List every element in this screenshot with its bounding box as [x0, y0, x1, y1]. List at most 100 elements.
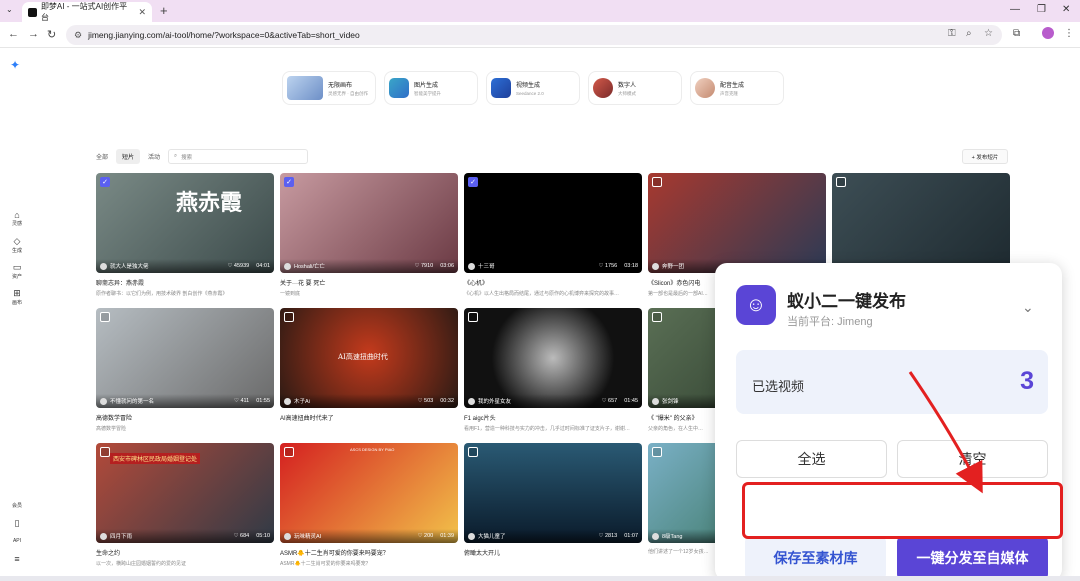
video-title[interactable]: AI高速扭曲时代来了	[280, 413, 458, 422]
like-count[interactable]: ♡ 2813	[599, 533, 618, 539]
select-checkbox[interactable]	[468, 312, 478, 322]
address-bar[interactable]: ⚙ jimeng.jianying.com/ai-tool/home/?work…	[66, 25, 1002, 45]
sidebar-item-inspiration[interactable]: ⌂ 灵感	[6, 210, 28, 227]
zoom-icon[interactable]: ⌕	[966, 28, 972, 39]
tab-search-icon[interactable]: ⌄	[6, 5, 13, 14]
select-checkbox[interactable]	[652, 177, 662, 187]
sidebar-item-generate[interactable]: ◇ 生成	[6, 236, 28, 254]
search-input[interactable]: ⌕ 搜索	[168, 149, 309, 164]
author-name[interactable]: 十三哥	[478, 262, 495, 270]
back-icon[interactable]: ←	[8, 28, 19, 40]
bookmark-star-icon[interactable]: ☆	[984, 28, 993, 39]
video-card[interactable]: AI高速扭曲时代 木子Ai ♡ 503 00:32 AI高速扭曲时代来了	[280, 308, 458, 425]
author-name[interactable]: 张剑锋	[662, 397, 679, 405]
author-name[interactable]: 不懂就问的第一名	[110, 397, 154, 405]
video-thumbnail[interactable]: ✓ 燕赤霞 就大人是独大佬 ♡ 45939 04:01	[96, 173, 274, 273]
new-tab-button[interactable]: +	[160, 3, 168, 18]
select-checkbox[interactable]: ✓	[284, 177, 294, 187]
select-checkbox[interactable]	[652, 312, 662, 322]
url-text[interactable]: jimeng.jianying.com/ai-tool/home/?worksp…	[88, 30, 360, 40]
minimize-icon[interactable]: —	[1010, 4, 1020, 15]
video-thumbnail[interactable]: 大猫儿童了 ♡ 2813 01:07	[464, 443, 642, 543]
avatar[interactable]	[100, 262, 107, 270]
avatar[interactable]	[284, 397, 291, 405]
profile-avatar[interactable]	[1042, 27, 1054, 39]
author-name[interactable]: 四月下雨	[110, 532, 132, 540]
select-all-button[interactable]: 全选	[736, 440, 887, 478]
password-key-icon[interactable]: ⚿	[948, 28, 956, 39]
tool-image-generation[interactable]: 图片生成 智能美学提升	[384, 71, 478, 105]
video-title[interactable]: 生命之约	[96, 548, 274, 557]
video-thumbnail[interactable]: AI高速扭曲时代 木子Ai ♡ 503 00:32	[280, 308, 458, 408]
site-info-icon[interactable]: ⚙	[74, 30, 82, 41]
sidebar-item-canvas[interactable]: ⊞ 画布	[6, 288, 28, 306]
video-thumbnail[interactable]: ✓ Hoshali/亡亡 ♡ 7910 03:06	[280, 173, 458, 273]
video-thumbnail[interactable]: Droplet♡ 275106:08	[832, 173, 1010, 273]
like-count[interactable]: ♡ 657	[602, 398, 618, 404]
avatar[interactable]	[468, 397, 475, 405]
filter-tab-shorts[interactable]: 短片	[116, 149, 141, 164]
select-checkbox[interactable]	[836, 177, 846, 187]
select-checkbox[interactable]	[652, 447, 662, 457]
extensions-icon[interactable]: ⧉	[1013, 28, 1020, 39]
one-click-publish-button[interactable]: 一键分发至自媒体	[897, 536, 1048, 580]
browser-tab[interactable]: 即梦AI - 一站式AI创作平台 ✕	[22, 2, 152, 22]
video-title[interactable]: 聊斋志异：燕赤霞	[96, 278, 274, 287]
select-checkbox[interactable]	[284, 312, 294, 322]
select-checkbox[interactable]	[468, 447, 478, 457]
author-name[interactable]: 木子Ai	[294, 397, 310, 405]
avatar[interactable]	[652, 397, 659, 405]
tool-voice-generation[interactable]: 配音生成 声音克隆	[690, 71, 784, 105]
select-checkbox[interactable]: ✓	[100, 177, 110, 187]
like-count[interactable]: ♡ 200	[418, 533, 434, 539]
like-count[interactable]: ♡ 7910	[415, 263, 434, 269]
avatar[interactable]	[652, 532, 659, 540]
avatar[interactable]	[284, 262, 291, 270]
restore-icon[interactable]: ❐	[1037, 4, 1046, 15]
jimeng-logo-icon[interactable]: ✦	[10, 58, 20, 72]
avatar[interactable]	[100, 397, 107, 405]
like-count[interactable]: ♡ 45939	[227, 263, 249, 269]
video-card[interactable]: 我的外星女友 ♡ 657 01:45 F1 aigc片头 看用F1，营造一种科技与实力的…	[464, 308, 642, 432]
sidebar-item-vip[interactable]: 会员	[6, 502, 28, 509]
select-checkbox[interactable]	[100, 312, 110, 322]
video-card[interactable]: ✓ 十三哥 ♡ 1756 03:18 《心机》 《心机》以人生出格局而结尾，通过与原作的心…	[464, 173, 642, 297]
window-close-icon[interactable]: ✕	[1062, 4, 1070, 15]
video-thumbnail[interactable]: 我的外星女友 ♡ 657 01:45	[464, 308, 642, 408]
avatar[interactable]	[284, 532, 291, 540]
tool-video-generation[interactable]: 视频生成 Seedance 2.0	[486, 71, 580, 105]
author-name[interactable]: 大猫儿童了	[478, 532, 506, 540]
filter-tab-all[interactable]: 全部	[96, 152, 108, 161]
video-card[interactable]: 不懂就问的第一名 ♡ 411 01:55 高德数学冒险 高德数学冒险	[96, 308, 274, 432]
author-name[interactable]: 奔野一团	[662, 262, 684, 270]
video-title[interactable]: 俯瞰太大开儿	[464, 548, 642, 557]
publish-short-button[interactable]: + 发布短片	[962, 149, 1008, 164]
video-title[interactable]: 关于···花 要 死亡	[280, 278, 458, 287]
clear-button[interactable]: 清空	[897, 440, 1048, 478]
video-thumbnail[interactable]: ✓ 十三哥 ♡ 1756 03:18	[464, 173, 642, 273]
author-name[interactable]: 玩味精灵AI	[294, 532, 321, 540]
video-card[interactable]: ✓ 燕赤霞 就大人是独大佬 ♡ 45939 04:01 聊斋志异：燕赤霞 原作者聊书：以它们…	[96, 173, 274, 297]
video-card[interactable]: ✓ Hoshali/亡亡 ♡ 7910 03:06 关于···花 要 死亡 一镜到底	[280, 173, 458, 297]
tool-infinite-canvas[interactable]: 无限画布 灵感无界 · 自由创作	[282, 71, 376, 105]
select-checkbox[interactable]	[284, 447, 294, 457]
avatar[interactable]	[100, 532, 107, 540]
video-thumbnail[interactable]: 不懂就问的第一名 ♡ 411 01:55	[96, 308, 274, 408]
video-thumbnail[interactable]: 奔野一团	[648, 173, 826, 273]
video-title[interactable]: 高德数学冒险	[96, 413, 274, 422]
video-card[interactable]: 西安市碑林区民政局婚姻登记处 四月下雨 ♡ 684 05:10 生命之约 以一次，横跨山庄…	[96, 443, 274, 567]
tab-close-icon[interactable]: ✕	[138, 7, 146, 18]
author-name[interactable]: 8级Tang	[662, 532, 683, 540]
sidebar-item-api[interactable]: API	[6, 538, 28, 544]
reload-icon[interactable]: ↻	[47, 28, 56, 41]
author-name[interactable]: 我的外星女友	[478, 397, 511, 405]
forward-icon[interactable]: →	[28, 28, 39, 40]
video-card[interactable]: 大猫儿童了 ♡ 2813 01:07 俯瞰太大开儿	[464, 443, 642, 560]
video-title[interactable]: 《心机》	[464, 278, 642, 287]
sidebar-item-phone[interactable]: ▯	[6, 518, 28, 529]
filter-tab-events[interactable]: 活动	[148, 152, 160, 161]
tool-digital-human[interactable]: 数字人 大师模式	[588, 71, 682, 105]
select-checkbox[interactable]: ✓	[468, 177, 478, 187]
like-count[interactable]: ♡ 684	[234, 533, 250, 539]
select-checkbox[interactable]	[100, 447, 110, 457]
